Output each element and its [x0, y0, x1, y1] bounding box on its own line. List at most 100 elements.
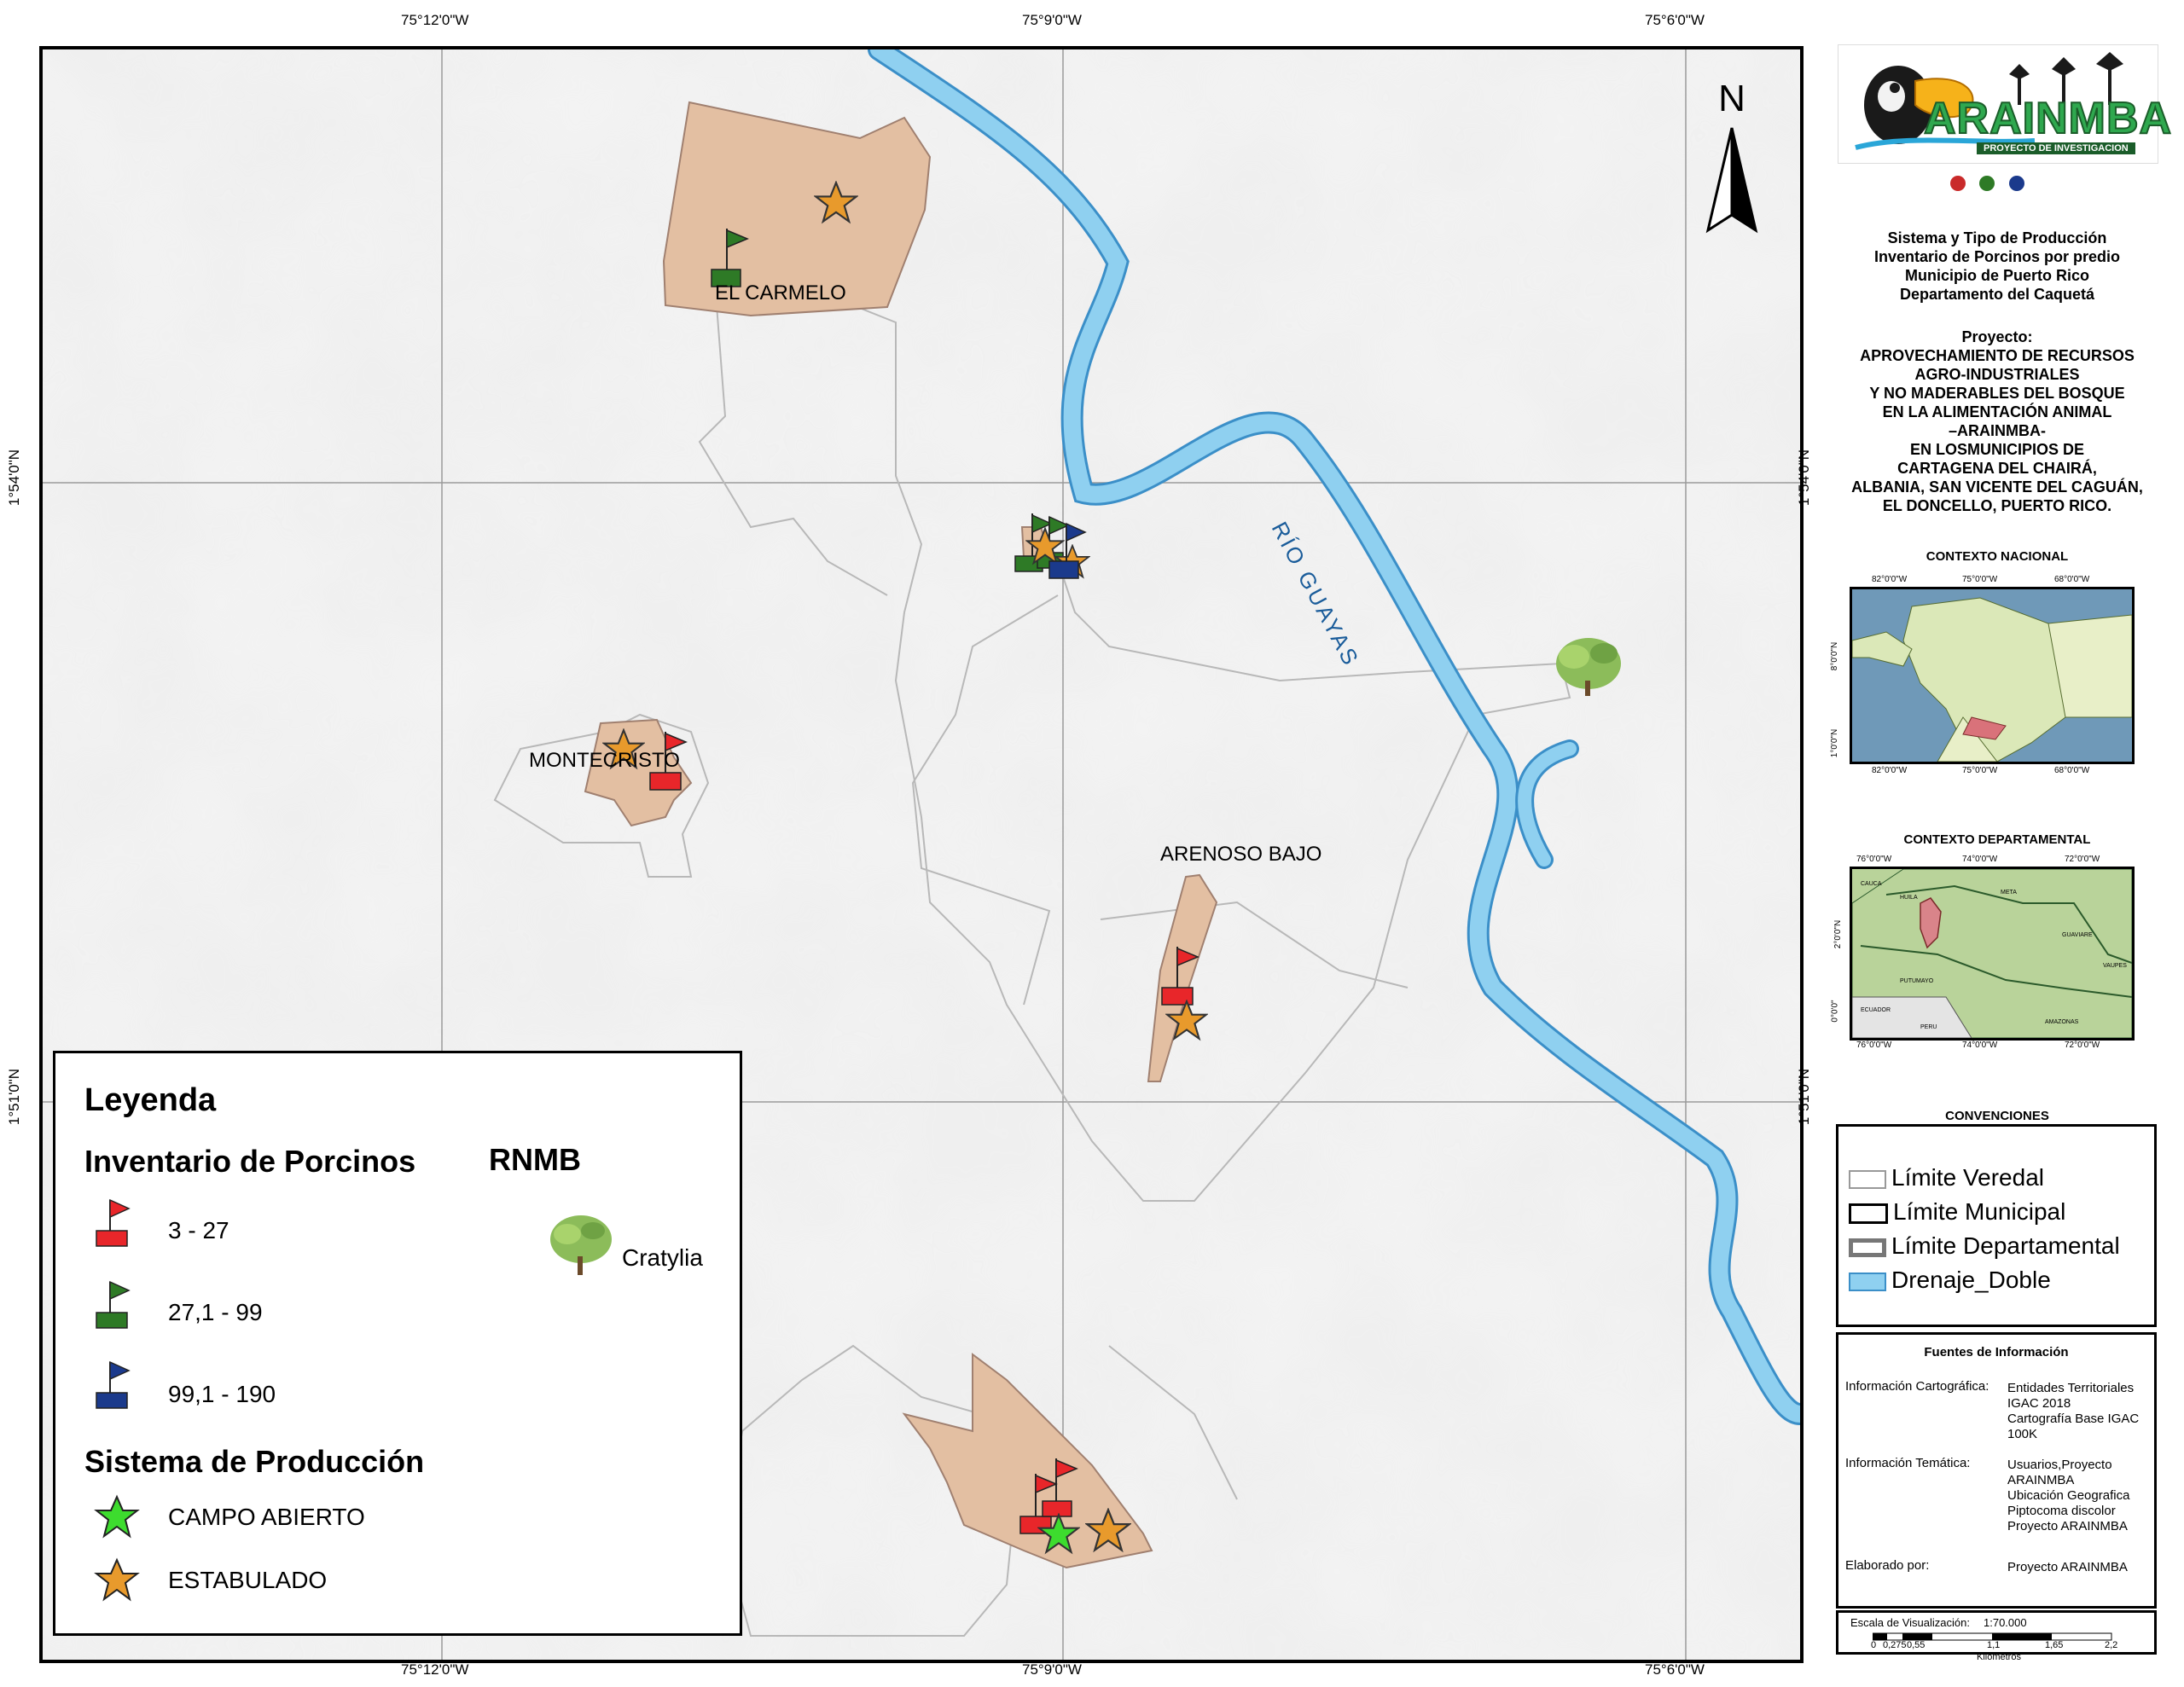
source-line: Ubicación Geografica	[2007, 1488, 2130, 1503]
project-line: –ARAINMBA-	[1949, 422, 2046, 439]
svg-text:N: N	[1718, 78, 1745, 119]
legend-inventory-title: Inventario de Porcinos	[84, 1144, 416, 1179]
coord-left-1: 1°54'0"N	[6, 449, 23, 507]
source-line: IGAC 2018	[2007, 1396, 2071, 1411]
star-icon	[94, 1557, 140, 1602]
legend-inventory-label: 99,1 - 190	[168, 1381, 276, 1407]
legend-rnmb-title: RNMB	[489, 1142, 581, 1177]
dept-context-map: CAUCA HUILA META GUAVIARE VAUPES PUTUMAY…	[1850, 867, 2135, 1041]
logo: ARAINMBA PROYECTO DE INVESTIGACION	[1838, 44, 2172, 164]
coord-bottom-2: 75°9'0"W	[1022, 1661, 1082, 1678]
legend-system-label: ESTABULADO	[168, 1567, 328, 1593]
coord-top-1: 75°12'0"W	[401, 12, 469, 28]
legend-inventory-label: 27,1 - 99	[168, 1299, 263, 1325]
panel-title-line: Municipio de Puerto Rico	[1904, 267, 2089, 284]
coord-top-3: 75°6'0"W	[1645, 12, 1705, 28]
coord-bottom-1: 75°12'0"W	[401, 1661, 469, 1678]
convention-label: Límite Departamental	[1891, 1232, 2120, 1259]
source-line: Cartografía Base IGAC	[2007, 1412, 2140, 1426]
departmental-swatch-icon	[1849, 1238, 1886, 1257]
legend-flag-blue-icon	[96, 1360, 131, 1409]
national-coord: 75°0'0"W	[1962, 575, 1998, 584]
dept-map-canvas	[1851, 868, 2133, 1039]
partner-logo-icon	[1979, 176, 1995, 191]
dept-coord: 74°0'0"W	[1962, 855, 1998, 864]
star-icon	[94, 1494, 140, 1539]
source-line: Entidades Territoriales	[2007, 1381, 2135, 1395]
vereda-swatch-icon	[1849, 1169, 1886, 1189]
legend-inventory-label: 3 - 27	[168, 1217, 229, 1244]
convention-label: Límite Municipal	[1893, 1198, 2066, 1225]
dept-place-label: PERU	[1920, 1024, 1937, 1030]
convention-row: Límite Departamental	[1849, 1232, 2120, 1261]
source-line: ARAINMBA	[2007, 1473, 2075, 1487]
source-line: Proyecto ARAINMBA	[2007, 1560, 2128, 1574]
national-coord: 82°0'0"W	[1872, 766, 1908, 775]
panel-title-line: Sistema y Tipo de Producción	[1887, 229, 2107, 246]
dept-coord: 76°0'0"W	[1856, 855, 1892, 864]
panel-title-line: Departamento del Caquetá	[1899, 286, 2095, 303]
project-line: Proyecto:	[1961, 328, 2033, 345]
project-line: EN LA ALIMENTACIÓN ANIMAL	[1882, 403, 2112, 420]
source-line: Proyecto ARAINMBA	[2007, 1519, 2128, 1533]
scale-tick: 2,2	[2105, 1640, 2118, 1650]
partner-logos	[1950, 176, 2044, 194]
dept-coord: 2°0'0"N	[1833, 919, 1844, 949]
scale-tick: 0,55	[1907, 1640, 1926, 1650]
source-label: Elaborado por:	[1845, 1558, 1930, 1573]
source-label: Información Temática:	[1845, 1456, 1971, 1470]
scale-tick: 1,65	[2045, 1640, 2064, 1650]
legend-system-label: CAMPO ABIERTO	[168, 1504, 365, 1530]
logo-subtitle: PROYECTO DE INVESTIGACION	[1977, 142, 2135, 154]
scale-value: 1:70.000	[1984, 1616, 2027, 1629]
legend-flag-green-icon	[96, 1280, 131, 1329]
project-line: Y NO MADERABLES DEL BOSQUE	[1869, 385, 2125, 402]
coord-right-2: 1°51'0"N	[1796, 1068, 1813, 1126]
national-coord: 68°0'0"W	[2054, 766, 2090, 775]
sources-title: Fuentes de Información	[1924, 1345, 2069, 1359]
drainage-swatch-icon	[1849, 1272, 1886, 1291]
national-coord: 8°0'0"N	[1830, 641, 1840, 671]
logo-text: ARAINMBA	[1923, 93, 2173, 144]
municipal-swatch-icon	[1849, 1203, 1888, 1224]
scale-label: Escala de Visualización:	[1850, 1616, 1970, 1629]
dept-coord: 72°0'0"W	[2065, 855, 2100, 864]
source-label: Información Cartográfica:	[1845, 1379, 1989, 1394]
panel-title-line: Inventario de Porcinos por predio	[1873, 248, 2121, 265]
legend-system-title: Sistema de Producción	[84, 1444, 425, 1479]
dept-place-label: META	[2001, 890, 2017, 896]
dept-place-label: PUTUMAYO	[1900, 978, 1934, 984]
scale-box: Escala de Visualización: 1:70.000 0 0,27…	[1836, 1610, 2157, 1662]
coord-left-2: 1°51'0"N	[6, 1068, 23, 1126]
national-coord: 82°0'0"W	[1872, 575, 1908, 584]
coord-right-1: 1°54'0"N	[1796, 449, 1813, 507]
convention-row: Límite Veredal	[1849, 1164, 2044, 1193]
project-line: ALBANIA, SAN VICENTE DEL CAGUÁN,	[1851, 478, 2143, 496]
dept-place-label: GUAVIARE	[2062, 932, 2093, 938]
project-line: CARTAGENA DEL CHAIRÁ,	[1897, 460, 2097, 477]
scale-tick: 0,275	[1883, 1640, 1907, 1650]
convention-label: Drenaje_Doble	[1891, 1267, 2051, 1293]
coord-top-2: 75°9'0"W	[1022, 12, 1082, 28]
legend-box: Leyenda Inventario de Porcinos RNMB 3 - …	[53, 1051, 742, 1636]
legend-cratylia-icon	[550, 1215, 612, 1275]
national-coord: 68°0'0"W	[2054, 575, 2090, 584]
dept-coord: 76°0'0"W	[1856, 1041, 1892, 1050]
scale-tick: 1,1	[1987, 1640, 2001, 1650]
convention-row: Límite Municipal	[1849, 1198, 2065, 1227]
conventions-title: CONVENCIONES	[1945, 1109, 2049, 1123]
convention-label: Límite Veredal	[1891, 1164, 2044, 1191]
vereda-label-arenoso-bajo: ARENOSO BAJO	[1160, 843, 1322, 866]
partner-logo-icon	[2008, 176, 2024, 191]
dept-place-label: VAUPES	[2103, 963, 2127, 969]
partner-logo-icon	[1950, 176, 1966, 191]
legend-title: Leyenda	[84, 1082, 217, 1118]
national-coord: 75°0'0"W	[1962, 766, 1998, 775]
legend-flag-red-icon	[96, 1198, 131, 1247]
dept-context-title: CONTEXTO DEPARTAMENTAL	[1903, 832, 2091, 847]
source-line: Usuarios,Proyecto	[2007, 1458, 2112, 1472]
vereda-label-el-carmelo: EL CARMELO	[715, 281, 846, 304]
national-map-canvas	[1851, 597, 2133, 762]
sources-box: Fuentes de Información Información Carto…	[1836, 1332, 2157, 1609]
national-coord: 1°0'0"N	[1830, 728, 1840, 758]
